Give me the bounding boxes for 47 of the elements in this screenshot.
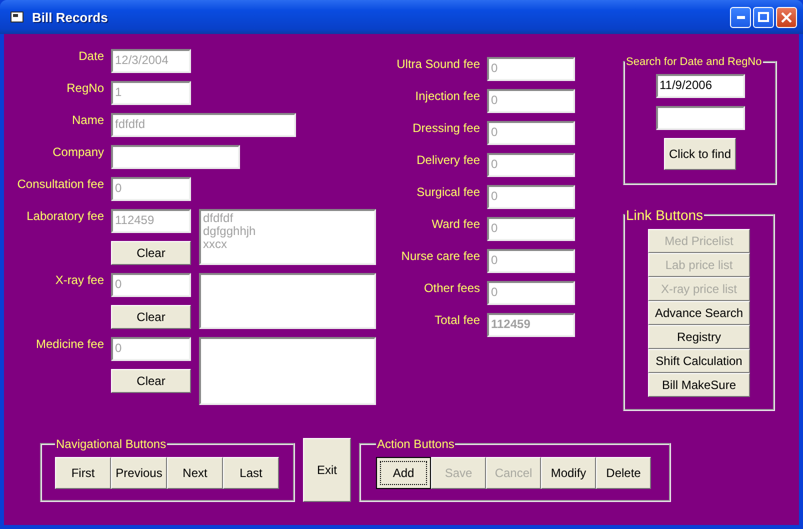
link-button[interactable]: Advance Search [648,301,750,325]
group-title: Search for Date and RegNo [625,56,763,68]
minimize-icon [736,16,744,18]
field-label: Surgical fee [416,185,481,199]
maximize-icon [758,12,769,22]
find-button[interactable]: Click to find [664,138,736,170]
nav-button[interactable]: Last [223,457,279,489]
nav-button[interactable]: Next [167,457,223,489]
text-field[interactable] [111,145,240,169]
field-label: X-ray fee [54,273,105,289]
field-label: Nurse care fee [400,249,481,263]
window-icon [10,11,24,23]
link-button[interactable]: Registry [648,325,750,349]
field-label: Delivery fee [416,153,481,167]
minimize-button[interactable] [730,6,751,28]
action-button[interactable]: Delete [596,457,651,489]
window-title: Bill Records [32,10,109,24]
field-label: Company [52,145,105,161]
field-label: Medicine fee [34,337,105,353]
field-label: Name [70,113,105,129]
action-button[interactable]: Modify [541,457,596,489]
field-label: Injection fee [414,89,481,103]
exit-button[interactable]: Exit [303,438,351,502]
close-icon [781,12,792,22]
close-button[interactable] [776,6,797,28]
group-title: Link Buttons [625,207,704,223]
regno-field[interactable] [656,106,744,130]
field-label: Laboratory fee [26,209,105,225]
field-label: Other fees [422,281,481,295]
field-label: Dressing fee [412,121,481,135]
group-title: Navigational Buttons [55,437,168,451]
nav-button[interactable]: First [55,457,111,489]
maximize-button[interactable] [753,6,774,28]
notes-box[interactable] [199,337,376,405]
link-button[interactable]: Shift Calculation [648,349,750,373]
date-field[interactable]: 11/9/2006 [656,74,744,98]
field-label: RegNo [66,81,105,97]
group-title: Action Buttons [376,437,456,451]
action-button[interactable]: Add [376,457,431,489]
field-label: Consultation fee [16,177,105,193]
notes-box[interactable] [199,273,376,329]
field-label: Ward fee [430,217,481,231]
field-label: Ultra Sound fee [396,57,481,71]
link-button[interactable]: Bill MakeSure [648,373,750,397]
field-label: Total fee [434,313,481,327]
field-label: Date [78,49,105,65]
nav-button[interactable]: Previous [111,457,167,489]
